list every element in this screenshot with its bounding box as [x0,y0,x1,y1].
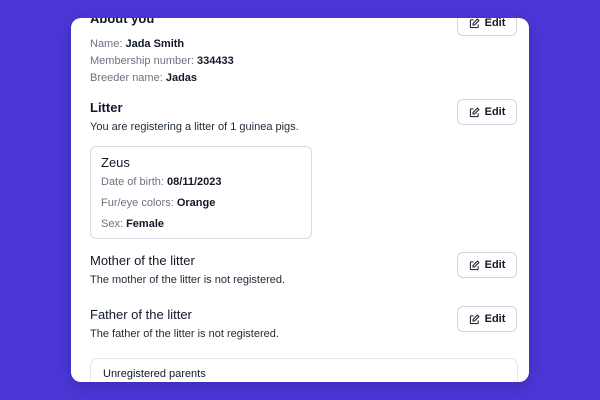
litter-description: You are registering a litter of 1 guinea… [90,121,299,133]
colors-label: Fur/eye colors: [101,197,174,209]
litter-title: Litter [90,100,123,115]
mother-description: The mother of the litter is not register… [90,274,286,286]
edit-label: Edit [484,18,506,29]
pig-name: Zeus [101,155,130,170]
summary-card: About you Edit Name: Jada Smith Membersh… [71,18,529,382]
pig-colors-row: Fur/eye colors: Orange [101,197,215,209]
litter-edit-button[interactable]: Edit [457,99,517,125]
about-edit-button[interactable]: Edit [457,18,517,36]
edit-label: Edit [484,259,506,271]
dob-label: Date of birth: [101,176,164,188]
father-description: The father of the litter is not register… [90,328,279,340]
membership-row: Membership number: 334433 [90,55,234,67]
edit-icon [469,106,480,117]
edit-label: Edit [484,106,506,118]
dob-value: 08/11/2023 [167,176,222,188]
edit-icon [469,313,480,324]
unregistered-parents-panel: Unregistered parents [90,358,518,382]
colors-value: Orange [176,197,216,209]
father-edit-button[interactable]: Edit [457,306,517,332]
pig-dob-row: Date of birth: 08/11/2023 [101,176,222,188]
edit-label: Edit [484,313,506,325]
pig-sex-row: Sex: Female [101,218,164,230]
membership-value: 334433 [197,55,234,67]
name-value: Jada Smith [125,38,185,50]
mother-title: Mother of the litter [90,253,195,268]
breeder-label: Breeder name: [90,72,163,84]
unregistered-parents-title: Unregistered parents [103,368,206,380]
about-title: About you [90,18,155,26]
mother-edit-button[interactable]: Edit [457,252,517,278]
sex-label: Sex: [101,218,124,230]
breeder-value: Jadas [165,72,198,84]
membership-label: Membership number: [90,55,194,67]
father-title: Father of the litter [90,307,192,322]
name-label: Name: [90,38,123,50]
pig-card: Zeus Date of birth: 08/11/2023 Fur/eye c… [90,146,312,239]
sex-value: Female [126,218,164,230]
edit-icon [469,259,480,270]
edit-icon [469,18,480,28]
name-row: Name: Jada Smith [90,38,184,50]
breeder-row: Breeder name: Jadas [90,72,197,84]
